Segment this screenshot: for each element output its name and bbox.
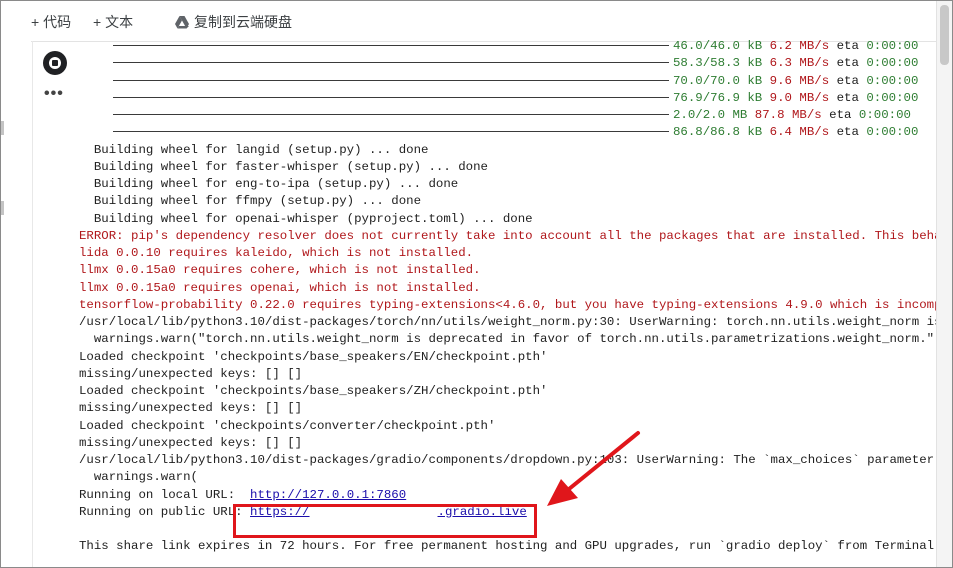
scroll-thumb[interactable] <box>940 5 949 65</box>
stop-icon <box>52 60 58 66</box>
vertical-scrollbar[interactable] <box>936 1 952 567</box>
colab-window: + 代码 + 文本 复制到云端硬盘 ••• 46.0/46.0 kB 6.2 M… <box>0 0 953 568</box>
annotation-arrow <box>547 431 640 506</box>
